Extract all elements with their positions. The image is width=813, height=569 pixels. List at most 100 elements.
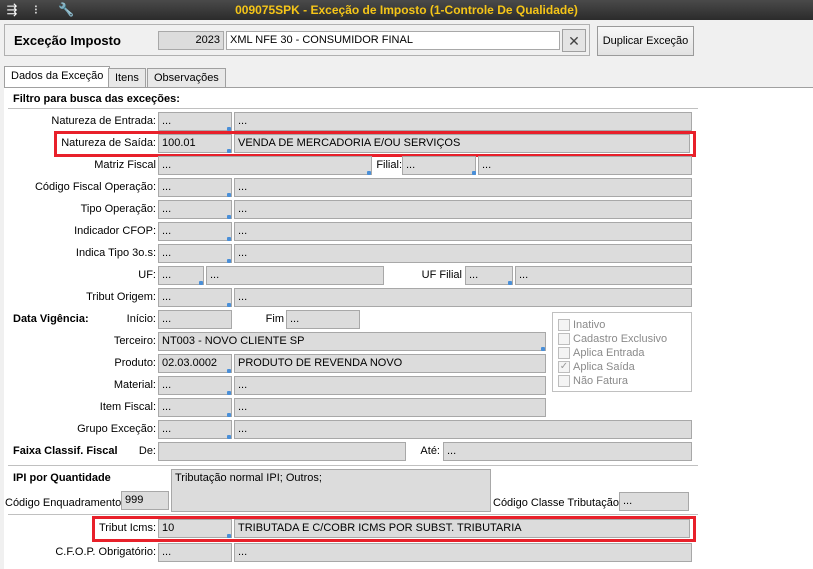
tribut-origem-code[interactable]: ... xyxy=(158,288,232,307)
indica-tipo-code[interactable]: ... xyxy=(158,244,232,263)
tipo-operacao-code[interactable]: ... xyxy=(158,200,232,219)
lookup-dot-icon xyxy=(472,171,476,175)
lookup-dot-icon xyxy=(227,149,231,153)
fim-label: Fim xyxy=(265,313,284,325)
codigo-fiscal-label: Código Fiscal Operação: xyxy=(34,181,156,193)
filial-label: Filial: xyxy=(376,159,402,171)
header-label: Exceção Imposto xyxy=(14,33,121,48)
inicio-label: Início: xyxy=(126,313,156,325)
cfop-obrigatorio-code[interactable]: ... xyxy=(158,543,232,562)
grupo-excecao-label: Grupo Exceção: xyxy=(77,423,156,435)
tipo-operacao-label: Tipo Operação: xyxy=(80,203,156,215)
fim-field[interactable]: ... xyxy=(286,310,360,329)
produto-label: Produto: xyxy=(114,357,156,369)
classe-tributacao-field[interactable]: ... xyxy=(619,492,689,511)
terceiro-field[interactable]: NT003 - NOVO CLIENTE SP xyxy=(158,332,546,351)
checkbox-aplica-entrada[interactable] xyxy=(558,347,570,359)
lookup-dot-icon xyxy=(227,259,231,263)
item-fiscal-label: Item Fiscal: xyxy=(99,401,156,413)
lookup-dot-icon xyxy=(227,369,231,373)
ate-field[interactable]: ... xyxy=(443,442,692,461)
grupo-excecao-desc[interactable]: ... xyxy=(234,420,692,439)
tab-observacoes[interactable]: Observações xyxy=(147,68,226,88)
uf-filial-label: UF Filial xyxy=(421,269,462,281)
description-field[interactable]: XML NFE 30 - CONSUMIDOR FINAL xyxy=(226,31,560,50)
clear-button[interactable]: ✕ xyxy=(562,29,586,52)
divider xyxy=(8,108,698,109)
indicador-cfop-label: Indicador CFOP: xyxy=(74,225,156,237)
codigo-fiscal-code[interactable]: ... xyxy=(158,178,232,197)
divider xyxy=(8,514,698,515)
natureza-saida-label: Natureza de Saída: xyxy=(61,137,156,149)
ipi-title: IPI por Quantidade xyxy=(13,472,111,484)
produto-code[interactable]: 02.03.0002 xyxy=(158,354,232,373)
cfop-obrigatorio-label: C.F.O.P. Obrigatório: xyxy=(55,546,156,558)
natureza-saida-desc[interactable]: VENDA DE MERCADORIA E/OU SERVIÇOS xyxy=(234,134,690,153)
indica-tipo-label: Indica Tipo 3o.s: xyxy=(75,247,156,259)
indicador-cfop-desc[interactable]: ... xyxy=(234,222,692,241)
uf-filial-code[interactable]: ... xyxy=(465,266,513,285)
lookup-dot-icon xyxy=(227,391,231,395)
natureza-saida-code[interactable]: 100.01 xyxy=(158,134,232,153)
natureza-entrada-code[interactable]: ... xyxy=(158,112,232,131)
checkbox-inativo[interactable] xyxy=(558,319,570,331)
checkbox-label-nao-fatura: Não Fatura xyxy=(573,375,629,387)
tribut-origem-label: Tribut Origem: xyxy=(86,291,156,303)
vigencia-title: Data Vigência: xyxy=(13,313,89,325)
natureza-entrada-label: Natureza de Entrada: xyxy=(51,115,156,127)
uf-label: UF: xyxy=(138,269,156,281)
natureza-entrada-desc[interactable]: ... xyxy=(234,112,692,131)
material-code[interactable]: ... xyxy=(158,376,232,395)
lookup-dot-icon xyxy=(541,347,545,351)
enquadramento-field[interactable]: 999 xyxy=(121,491,169,510)
year-field[interactable]: 2023 xyxy=(158,31,224,50)
filial-desc[interactable]: ... xyxy=(478,156,692,175)
codigo-fiscal-desc[interactable]: ... xyxy=(234,178,692,197)
filial-code[interactable]: ... xyxy=(402,156,476,175)
tab-itens[interactable]: Itens xyxy=(108,68,146,88)
de-field[interactable] xyxy=(158,442,406,461)
indica-tipo-desc[interactable]: ... xyxy=(234,244,692,263)
filter-section-title: Filtro para busca das exceções: xyxy=(13,93,180,105)
cfop-obrigatorio-desc[interactable]: ... xyxy=(234,543,692,562)
tribut-origem-desc[interactable]: ... xyxy=(234,288,692,307)
checkbox-aplica-saida[interactable]: ✓ xyxy=(558,361,570,373)
checkbox-label-inativo: Inativo xyxy=(573,319,606,331)
indicador-cfop-code[interactable]: ... xyxy=(158,222,232,241)
faixa-title: Faixa Classif. Fiscal xyxy=(13,445,118,457)
checkbox-cadastro-exclusivo[interactable] xyxy=(558,333,570,345)
lookup-dot-icon xyxy=(199,281,203,285)
material-desc[interactable]: ... xyxy=(234,376,546,395)
lookup-dot-icon xyxy=(227,534,231,538)
checkbox-label-aplica-entrada: Aplica Entrada xyxy=(573,347,645,359)
matriz-fiscal-label: Matriz Fiscal xyxy=(94,159,156,171)
tribut-icms-desc[interactable]: TRIBUTADA E C/COBR ICMS POR SUBST. TRIBU… xyxy=(234,519,690,538)
lookup-dot-icon xyxy=(227,303,231,307)
item-fiscal-desc[interactable]: ... xyxy=(234,398,546,417)
material-label: Material: xyxy=(113,379,156,391)
divider xyxy=(8,465,698,466)
checkbox-nao-fatura[interactable] xyxy=(558,375,570,387)
lookup-dot-icon xyxy=(227,435,231,439)
tribut-icms-code[interactable]: 10 xyxy=(158,519,232,538)
item-fiscal-code[interactable]: ... xyxy=(158,398,232,417)
tipo-operacao-desc[interactable]: ... xyxy=(234,200,692,219)
matriz-fiscal-field[interactable]: ... xyxy=(158,156,372,175)
lookup-dot-icon xyxy=(227,215,231,219)
lookup-dot-icon xyxy=(508,281,512,285)
uf-desc[interactable]: ... xyxy=(206,266,384,285)
de-label: De: xyxy=(138,445,156,457)
uf-filial-desc[interactable]: ... xyxy=(515,266,692,285)
tribut-icms-label: Tribut Icms: xyxy=(98,522,156,534)
classe-tributacao-label: Código Classe Tributação xyxy=(493,497,619,509)
enquadramento-label: Código Enquadramento xyxy=(5,497,122,509)
grupo-excecao-code[interactable]: ... xyxy=(158,420,232,439)
tributacao-ipi-field[interactable]: Tributação normal IPI; Outros; xyxy=(171,469,491,512)
uf-code[interactable]: ... xyxy=(158,266,204,285)
inicio-field[interactable]: ... xyxy=(158,310,232,329)
lookup-dot-icon xyxy=(227,413,231,417)
duplicate-button[interactable]: Duplicar Exceção xyxy=(597,26,694,56)
tab-dados[interactable]: Dados da Exceção xyxy=(4,66,111,88)
ate-label: Até: xyxy=(420,445,440,457)
produto-desc[interactable]: PRODUTO DE REVENDA NOVO xyxy=(234,354,546,373)
